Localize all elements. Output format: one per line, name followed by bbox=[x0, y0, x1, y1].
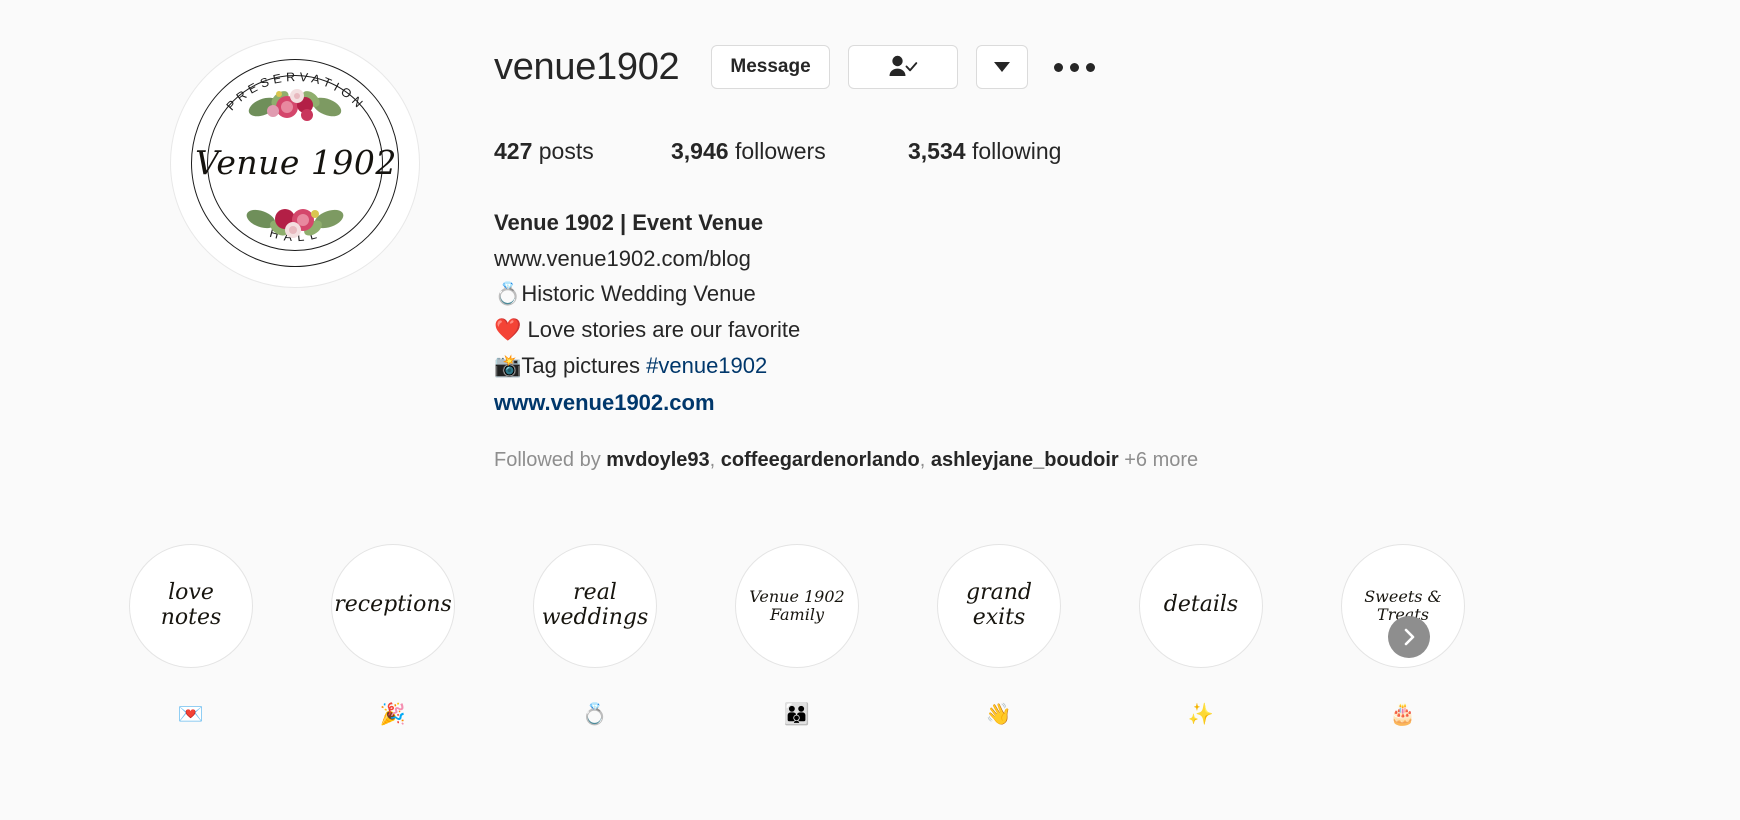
person-check-icon bbox=[889, 55, 917, 76]
profile-avatar[interactable]: PRESERVATION HALL bbox=[170, 38, 420, 288]
stat-following[interactable]: 3,534 following bbox=[908, 138, 1061, 165]
story-highlights: love notes 💌 receptions 🎉 real weddings 💍 Venue … bbox=[0, 543, 1740, 726]
following-button[interactable] bbox=[847, 45, 958, 89]
highlight-cover[interactable]: Venue 1902 Family bbox=[735, 543, 859, 668]
followed-by-name-3[interactable]: ashleyjane_boudoir bbox=[931, 449, 1119, 471]
logo-script-label: Venue 1902 bbox=[195, 143, 397, 182]
more-options-button[interactable] bbox=[1050, 55, 1099, 80]
instagram-profile-page: PRESERVATION HALL bbox=[0, 0, 1740, 725]
stat-followers[interactable]: 3,946 followers bbox=[671, 138, 908, 165]
profile-info-column: venue1902 Message 427 posts 3,946 follow… bbox=[494, 34, 1740, 472]
dot-1 bbox=[1053, 62, 1063, 72]
bio-line-2: 💍Historic Wedding Venue bbox=[494, 281, 756, 307]
highlights-next-button[interactable] bbox=[1388, 615, 1430, 658]
highlight-title: ✨ bbox=[1187, 702, 1215, 726]
stat-following-label: following bbox=[971, 138, 1062, 164]
highlight-title: 🎂 bbox=[1389, 702, 1417, 726]
stat-followers-label: followers bbox=[734, 138, 826, 164]
message-button[interactable]: Message bbox=[711, 45, 830, 89]
story-highlight[interactable]: real weddings 💍 bbox=[494, 543, 696, 726]
bio-line-4: 📸Tag pictures #venue1902 bbox=[494, 348, 1740, 384]
highlight-cover[interactable]: love notes bbox=[129, 543, 253, 668]
highlight-cover-text: details bbox=[1163, 592, 1239, 618]
stat-posts[interactable]: 427 posts bbox=[494, 138, 671, 165]
story-highlight[interactable]: details ✨ bbox=[1100, 543, 1302, 726]
bio-line-1: www.venue1902.com/blog bbox=[494, 245, 751, 271]
floral-top-icon bbox=[248, 89, 342, 121]
username-row: venue1902 Message bbox=[494, 40, 1740, 94]
avatar-column: PRESERVATION HALL bbox=[96, 34, 494, 288]
chevron-down-icon bbox=[993, 62, 1010, 72]
highlight-cover[interactable]: grand exits bbox=[937, 543, 1061, 668]
highlight-title: 💍 bbox=[581, 702, 609, 726]
story-highlight[interactable]: Venue 1902 Family 👪 bbox=[696, 543, 898, 726]
page-title: venue1902 bbox=[494, 46, 680, 88]
dropdown-button[interactable] bbox=[975, 45, 1028, 89]
highlight-cover-text: receptions bbox=[334, 592, 452, 618]
chevron-right-icon bbox=[1404, 628, 1415, 646]
bio-title: Venue 1902 | Event Venue bbox=[494, 210, 764, 235]
website-link[interactable]: www.venue1902.com bbox=[494, 385, 715, 421]
highlight-cover-text: love notes bbox=[160, 580, 222, 630]
stat-following-value: 3,534 bbox=[908, 138, 966, 164]
followed-by-more[interactable]: +6 more bbox=[1124, 449, 1198, 471]
highlight-title: 👪 bbox=[783, 702, 811, 726]
dot-3 bbox=[1085, 62, 1095, 72]
floral-bottom-icon bbox=[246, 209, 344, 238]
highlight-cover[interactable]: receptions bbox=[331, 543, 455, 668]
followed-by-name-2[interactable]: coffeegardenorlando bbox=[721, 449, 920, 471]
highlight-title: 💌 bbox=[177, 702, 205, 726]
highlight-cover-text: real weddings bbox=[541, 580, 649, 630]
comma-2: , bbox=[919, 448, 926, 471]
comma-1: , bbox=[709, 448, 716, 471]
highlight-cover[interactable]: details bbox=[1139, 543, 1263, 668]
story-highlight[interactable]: grand exits 👋 bbox=[898, 543, 1100, 726]
stat-posts-value: 427 bbox=[494, 138, 533, 164]
highlight-title: 👋 bbox=[985, 702, 1013, 726]
profile-stats: 427 posts 3,946 followers 3,534 followin… bbox=[494, 138, 1740, 165]
dot-2 bbox=[1069, 62, 1079, 72]
story-highlight[interactable]: receptions 🎉 bbox=[292, 543, 494, 726]
highlight-cover[interactable]: real weddings bbox=[533, 543, 657, 668]
bio-line-3: ❤️ Love stories are our favorite bbox=[494, 316, 801, 342]
highlight-cover-text: Venue 1902 Family bbox=[749, 586, 845, 624]
profile-header: PRESERVATION HALL bbox=[0, 34, 1740, 472]
profile-bio: Venue 1902 | Event Venue www.venue1902.c… bbox=[494, 205, 1740, 421]
hashtag-link[interactable]: #venue1902 bbox=[646, 353, 767, 378]
bio-line-4-text: 📸Tag pictures bbox=[494, 352, 647, 378]
followed-by-name-1[interactable]: mvdoyle93 bbox=[606, 449, 709, 471]
followed-by-prefix: Followed by bbox=[494, 448, 601, 471]
highlight-title: 🎉 bbox=[379, 702, 407, 726]
highlight-cover-text: grand exits bbox=[966, 580, 1032, 630]
followed-by: Followed by mvdoyle93, coffeegardenorlan… bbox=[494, 449, 1740, 472]
stat-posts-label: posts bbox=[538, 138, 594, 164]
story-highlight[interactable]: love notes 💌 bbox=[90, 543, 292, 726]
stat-followers-value: 3,946 bbox=[671, 138, 729, 164]
